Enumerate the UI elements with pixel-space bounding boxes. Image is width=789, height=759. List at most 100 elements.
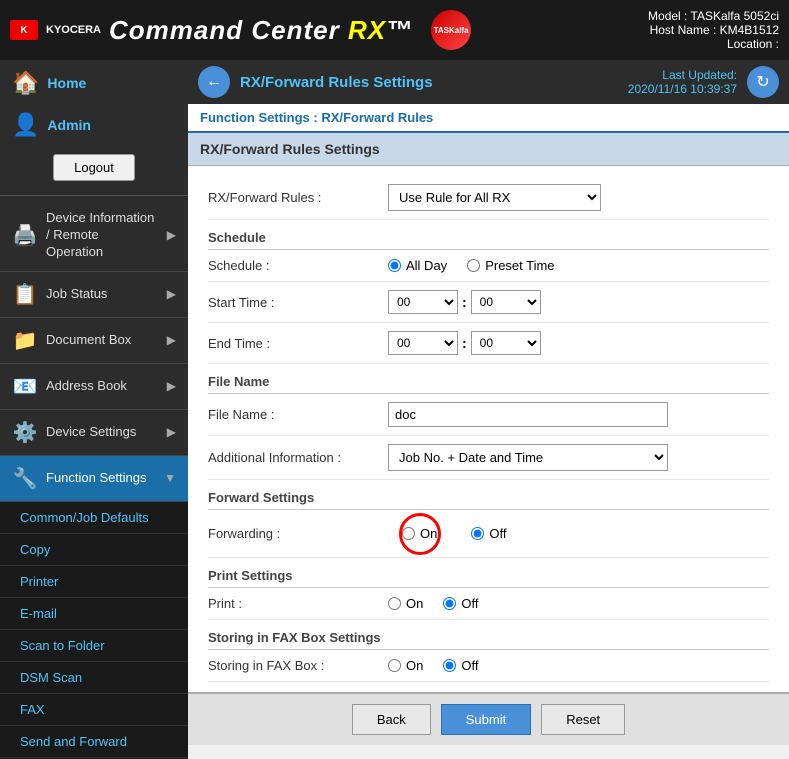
submenu-scan-to-folder[interactable]: Scan to Folder xyxy=(0,630,188,662)
fax-box-row: Storing in FAX Box : On Off xyxy=(208,650,769,682)
fax-box-on-label: On xyxy=(406,658,423,673)
admin-label: Admin xyxy=(47,117,91,133)
forwarding-label: Forwarding : xyxy=(208,526,388,541)
print-off-item[interactable]: Off xyxy=(443,596,478,611)
app-title-suffix: ™ xyxy=(386,15,413,45)
schedule-all-day[interactable]: All Day xyxy=(388,258,447,273)
end-min-select[interactable]: 00153045 xyxy=(471,331,541,355)
taskalfa-logo: TASKalfa xyxy=(431,10,471,50)
document-box-icon: 📁 xyxy=(12,328,38,353)
print-label: Print : xyxy=(208,596,388,611)
file-name-section-label: File Name xyxy=(208,364,769,394)
schedule-preset-time[interactable]: Preset Time xyxy=(467,258,554,273)
forwarding-off-item[interactable]: Off xyxy=(471,526,506,541)
start-min-select[interactable]: 00153045 xyxy=(471,290,541,314)
print-off-radio[interactable] xyxy=(443,597,456,610)
sidebar-item-device-settings[interactable]: ⚙️ Device Settings ▶ xyxy=(0,410,188,456)
sidebar-item-address-book[interactable]: 📧 Address Book ▶ xyxy=(0,364,188,410)
schedule-all-day-radio[interactable] xyxy=(388,259,401,272)
layout: 🏠 Home 👤 Admin Logout 🖨️ Device Informat… xyxy=(0,60,789,759)
job-status-arrow: ▶ xyxy=(167,287,176,301)
forwarding-control: On Off xyxy=(388,518,769,549)
rx-highlight: RX xyxy=(348,15,386,45)
rx-forward-rules-control: Use Rule for All RX Use Rule for Specifi… xyxy=(388,184,769,211)
back-nav-button[interactable]: ← xyxy=(198,66,230,98)
start-time-inputs: 000102030405 060708091011 121314151617 1… xyxy=(388,290,769,314)
start-hour-select[interactable]: 000102030405 060708091011 121314151617 1… xyxy=(388,290,458,314)
forwarding-on-item[interactable]: On xyxy=(388,518,451,549)
sidebar-item-device-info[interactable]: 🖨️ Device Information / Remote Operation… xyxy=(0,200,188,272)
kyocera-label: KYOCERA xyxy=(46,24,101,36)
end-time-row: End Time : 000102030405 060708091011 121… xyxy=(208,323,769,364)
end-time-inputs: 000102030405 060708091011 121314151617 1… xyxy=(388,331,769,355)
device-model: Model : TASKalfa 5052ci xyxy=(648,9,779,23)
submenu-common-job-defaults[interactable]: Common/Job Defaults xyxy=(0,502,188,534)
taskalfa-badge: TASKalfa xyxy=(431,10,471,50)
rx-forward-rules-select[interactable]: Use Rule for All RX Use Rule for Specifi… xyxy=(388,184,601,211)
fax-box-label: Storing in FAX Box : xyxy=(208,658,388,673)
rx-forward-rules-label: RX/Forward Rules : xyxy=(208,190,388,205)
submenu-email[interactable]: E-mail xyxy=(0,598,188,630)
end-hour-select[interactable]: 000102030405 060708091011 121314151617 1… xyxy=(388,331,458,355)
submenu-send-and-forward[interactable]: Send and Forward xyxy=(0,726,188,758)
end-time-control: 000102030405 060708091011 121314151617 1… xyxy=(388,331,769,355)
device-settings-icon: ⚙️ xyxy=(12,420,38,445)
print-on-label: On xyxy=(406,596,423,611)
end-time-label: End Time : xyxy=(208,336,388,351)
page-section-title: RX/Forward Rules Settings xyxy=(188,133,789,166)
forward-settings-section-label: Forward Settings xyxy=(208,480,769,510)
document-box-arrow: ▶ xyxy=(167,333,176,347)
file-name-input[interactable] xyxy=(388,402,668,427)
function-settings-submenu: Common/Job Defaults Copy Printer E-mail … xyxy=(0,502,188,759)
logo-area: K KYOCERA Command Center RX™ TASKalfa xyxy=(10,10,471,50)
fax-box-off-item[interactable]: Off xyxy=(443,658,478,673)
schedule-preset-radio[interactable] xyxy=(467,259,480,272)
logout-button[interactable]: Logout xyxy=(53,154,135,181)
admin-icon: 👤 xyxy=(12,112,39,138)
topbar-title: RX/Forward Rules Settings xyxy=(240,74,618,91)
fax-box-section-label: Storing in FAX Box Settings xyxy=(208,620,769,650)
print-control: On Off xyxy=(388,596,769,611)
device-host: Host Name : KM4B1512 xyxy=(648,23,779,37)
submit-button[interactable]: Submit xyxy=(441,704,531,735)
last-updated-label: Last Updated: xyxy=(628,68,737,82)
end-time-separator: : xyxy=(462,335,467,351)
print-off-label: Off xyxy=(461,596,478,611)
schedule-control: All Day Preset Time xyxy=(388,258,769,273)
home-link[interactable]: Home xyxy=(47,75,86,91)
schedule-all-day-label: All Day xyxy=(406,258,447,273)
sidebar-divider xyxy=(0,195,188,196)
forwarding-off-radio[interactable] xyxy=(471,527,484,540)
sidebar-item-job-status[interactable]: 📋 Job Status ▶ xyxy=(0,272,188,318)
fax-box-on-radio[interactable] xyxy=(388,659,401,672)
refresh-button[interactable]: ↻ xyxy=(747,66,779,98)
device-settings-arrow: ▶ xyxy=(167,425,176,439)
schedule-radio-group: All Day Preset Time xyxy=(388,258,769,273)
schedule-preset-label: Preset Time xyxy=(485,258,554,273)
last-updated-value: 2020/11/16 10:39:37 xyxy=(628,82,737,96)
fax-box-control: On Off xyxy=(388,658,769,673)
fax-box-off-label: Off xyxy=(461,658,478,673)
submenu-printer[interactable]: Printer xyxy=(0,566,188,598)
submenu-fax[interactable]: FAX xyxy=(0,694,188,726)
print-on-radio[interactable] xyxy=(388,597,401,610)
print-on-item[interactable]: On xyxy=(388,596,423,611)
fax-box-off-radio[interactable] xyxy=(443,659,456,672)
sidebar-item-address-book-label: Address Book xyxy=(46,378,159,395)
address-book-icon: 📧 xyxy=(12,374,38,399)
submenu-dsm-scan[interactable]: DSM Scan xyxy=(0,662,188,694)
reset-button[interactable]: Reset xyxy=(541,704,625,735)
additional-info-row: Additional Information : Job No. + Date … xyxy=(208,436,769,480)
device-location: Location : xyxy=(648,37,779,51)
additional-info-select[interactable]: Job No. + Date and Time Date and Time Jo… xyxy=(388,444,668,471)
forwarding-on-radio[interactable] xyxy=(402,527,415,540)
fax-box-on-item[interactable]: On xyxy=(388,658,423,673)
forwarding-off-label: Off xyxy=(489,526,506,541)
sidebar-item-function-settings[interactable]: 🔧 Function Settings ▼ xyxy=(0,456,188,502)
sidebar: 🏠 Home 👤 Admin Logout 🖨️ Device Informat… xyxy=(0,60,188,759)
start-time-label: Start Time : xyxy=(208,295,388,310)
back-button[interactable]: Back xyxy=(352,704,431,735)
home-icon: 🏠 xyxy=(12,70,39,96)
submenu-copy[interactable]: Copy xyxy=(0,534,188,566)
sidebar-item-document-box[interactable]: 📁 Document Box ▶ xyxy=(0,318,188,364)
